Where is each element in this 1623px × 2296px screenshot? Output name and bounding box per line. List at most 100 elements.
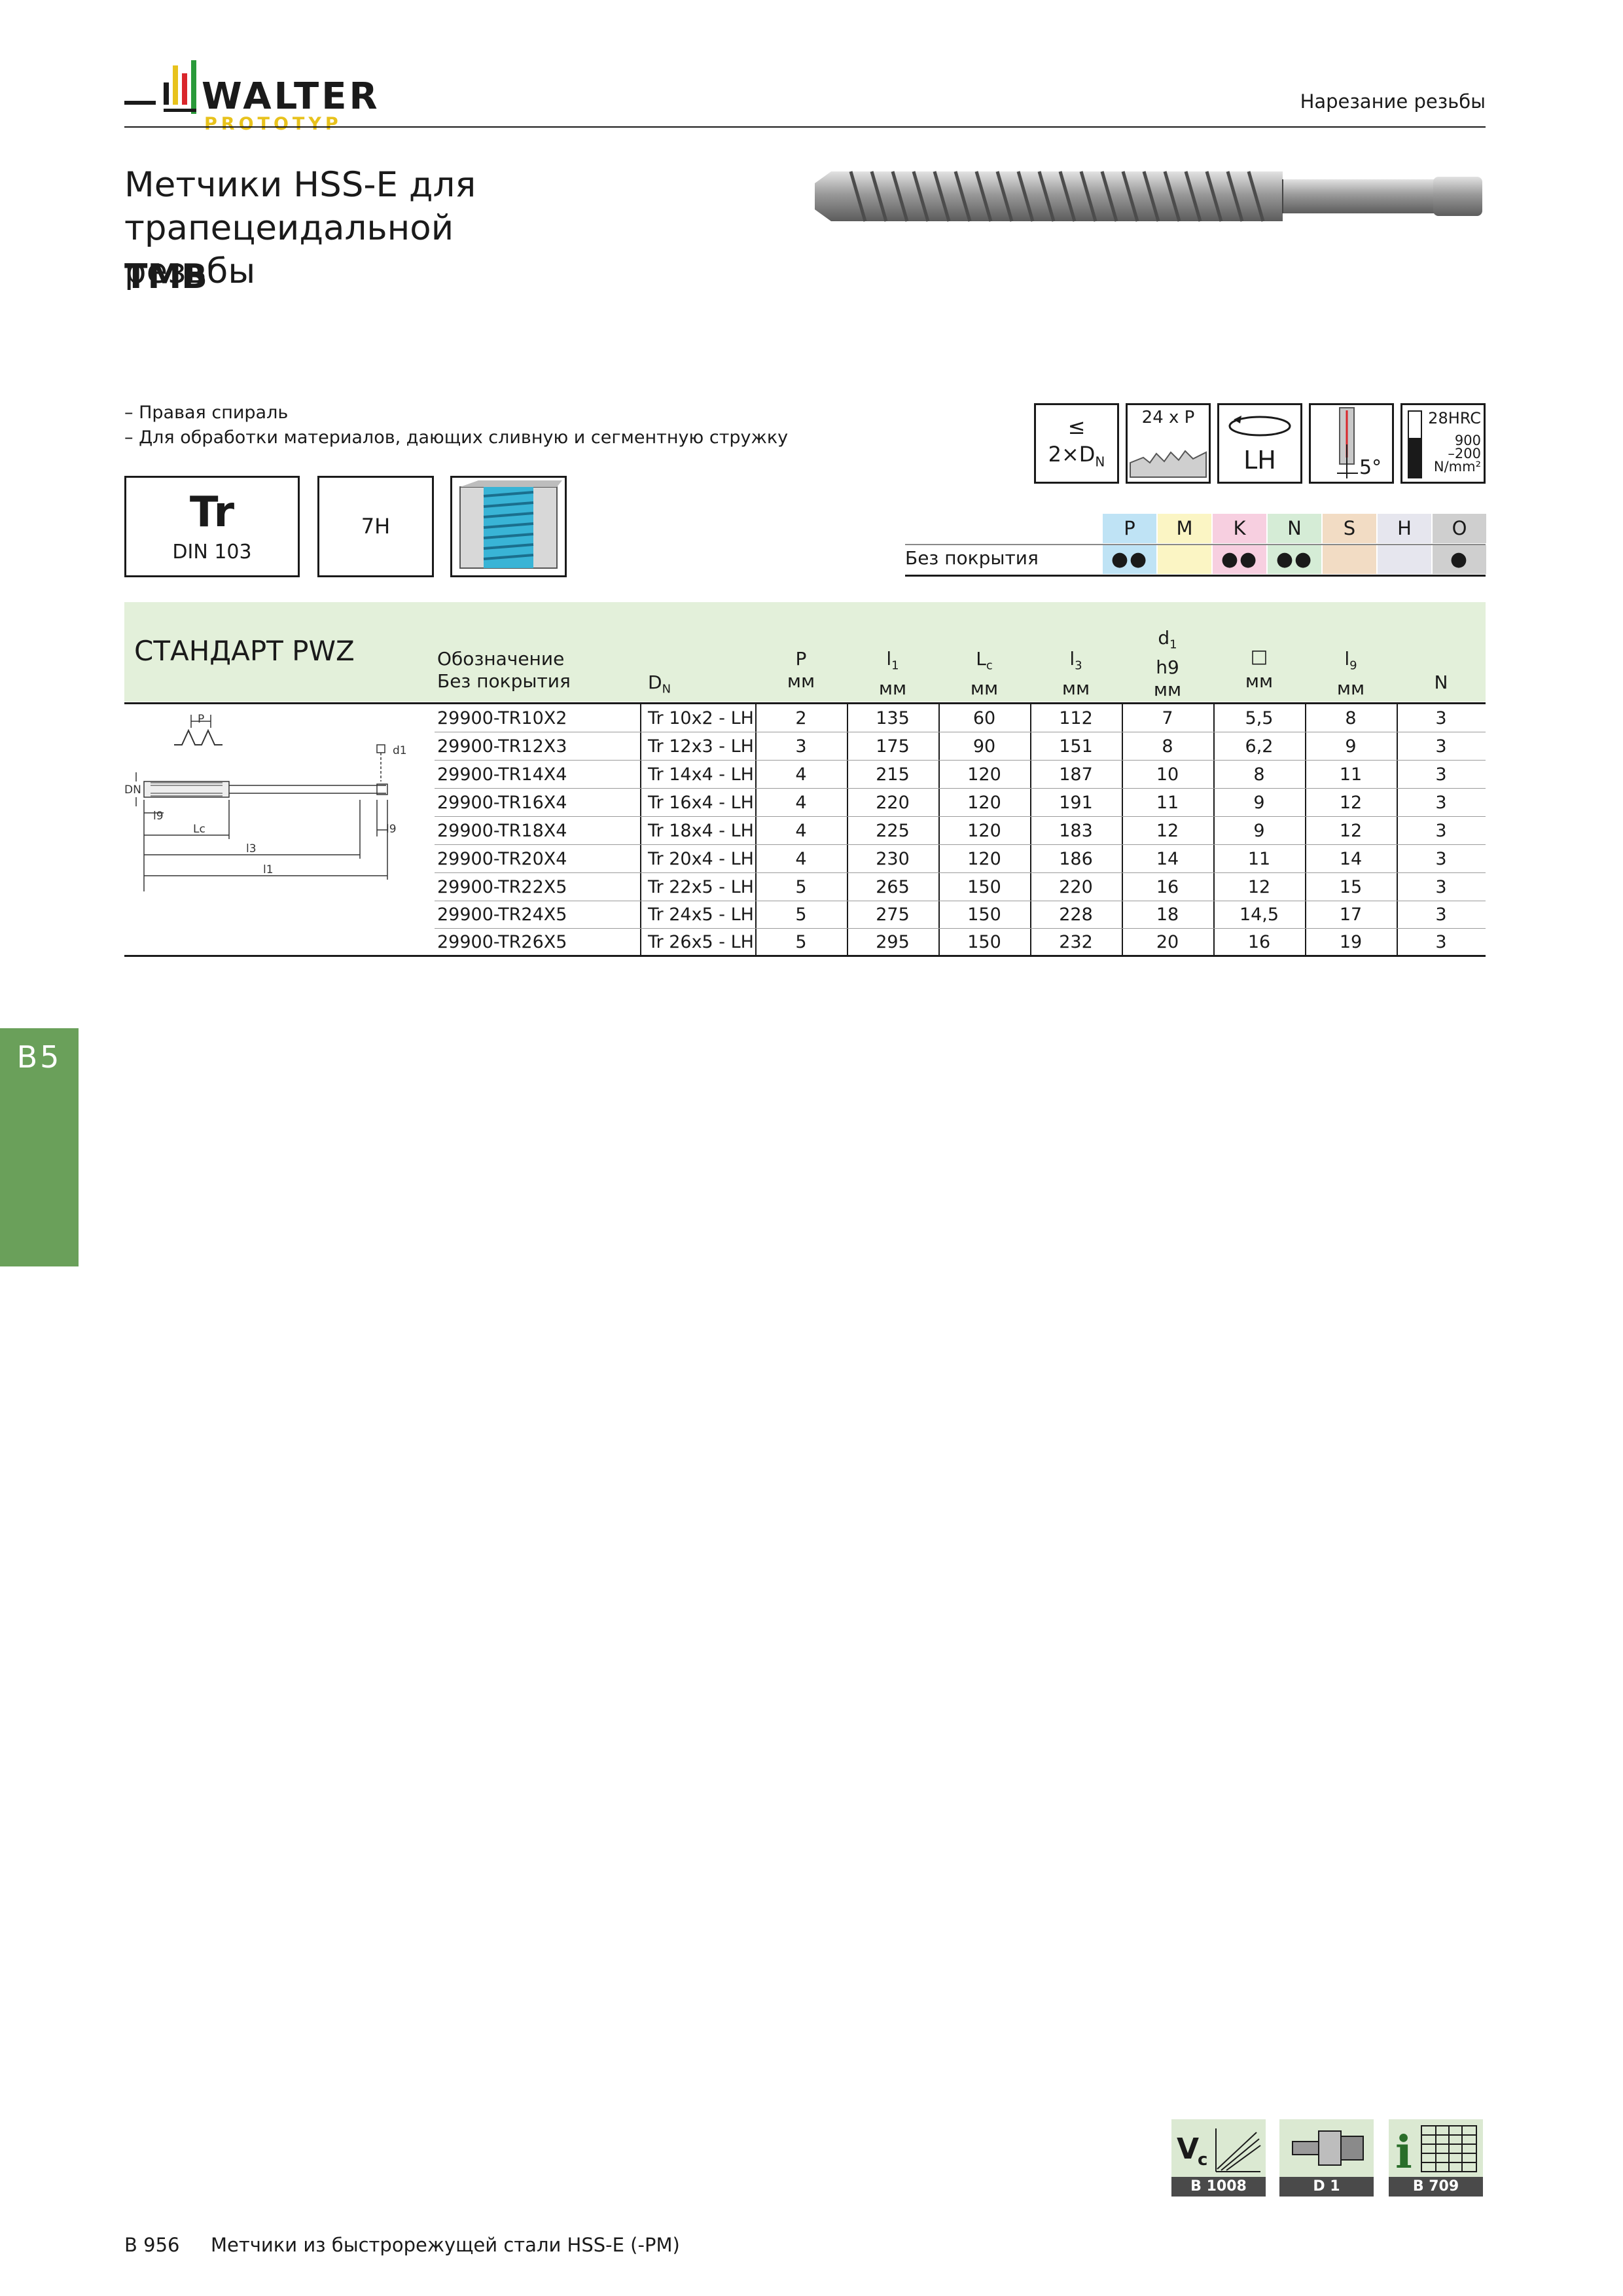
cell-n: 3 [1435, 932, 1447, 952]
material-group-p: P [1103, 514, 1156, 543]
col-p-header: P мм [755, 648, 847, 692]
material-group-m: M [1158, 514, 1211, 543]
cell-d1: 16 [1156, 877, 1179, 897]
l3-label: l [1069, 648, 1075, 670]
cell-n: 3 [1435, 764, 1447, 785]
cell-lc: 120 [967, 764, 1001, 785]
cell-l9: 17 [1339, 905, 1363, 925]
cell-n: 3 [1435, 708, 1447, 728]
coating-label: Без покрытия [905, 547, 1039, 569]
l1-unit: мм [878, 677, 907, 699]
thread-depth-icon: ≤ 2×DN [1034, 403, 1119, 484]
designation-label: Обозначение [437, 648, 565, 670]
hardness-bar [1408, 410, 1422, 478]
svg-text:V: V [1177, 2132, 1199, 2166]
depth-text: 2×D [1048, 442, 1096, 467]
tap-dimension-drawing: P d1 DN l9 Lc l3 l1 l9 [124, 708, 412, 898]
cell-square: 11 [1247, 849, 1271, 869]
cell-lc: 150 [967, 905, 1001, 925]
product-code: TMB [124, 257, 207, 296]
chamfer-profile-icon [1130, 450, 1207, 478]
cutting-speed-icon: V c [1171, 2119, 1266, 2177]
tool-holder-icon [1279, 2119, 1374, 2177]
section-header: Нарезание резьбы [1300, 90, 1486, 113]
l9-label: l [1344, 648, 1350, 670]
cell-designation: 29900-TR16X4 [437, 793, 567, 813]
cell-d1: 12 [1156, 821, 1179, 841]
material-value-m [1158, 545, 1211, 574]
material-value-o: ● [1433, 545, 1486, 574]
p-unit: мм [787, 670, 815, 692]
cell-lc: 90 [972, 736, 996, 757]
column-divider [640, 704, 641, 955]
threaded-hole-box [450, 476, 567, 577]
cell-p: 4 [795, 849, 807, 869]
ref-tool-holder[interactable]: D 1 [1279, 2119, 1374, 2197]
cell-l9: 19 [1339, 932, 1363, 952]
cell-l3: 232 [1059, 932, 1093, 952]
cell-l3: 191 [1059, 793, 1093, 813]
strength-value-1: 900 [1454, 433, 1481, 448]
angle-label: 5° [1359, 456, 1382, 479]
p-label: P [795, 648, 807, 670]
logo-subtitle: PROTOTYP [204, 114, 342, 134]
lc-label: L [976, 648, 986, 670]
dim-l1: l1 [263, 863, 274, 876]
depth-sub: N [1095, 454, 1105, 470]
cell-square: 16 [1247, 932, 1271, 952]
d1-unit: мм [1153, 678, 1182, 700]
logo-wordmark: WALTER [202, 75, 380, 118]
cell-l1: 230 [876, 849, 910, 869]
material-group-s: S [1323, 514, 1376, 543]
col-l9-header: l9 мм [1305, 648, 1397, 700]
tolerance-box: 7H [317, 476, 434, 577]
cell-lc: 60 [972, 708, 996, 728]
material-value-p: ●● [1103, 545, 1156, 574]
cell-l9: 11 [1339, 764, 1363, 785]
cell-p: 4 [795, 821, 807, 841]
dim-l9-end: l9 [386, 823, 397, 836]
cell-p: 4 [795, 764, 807, 785]
lc-unit: мм [970, 677, 999, 699]
l3-unit: мм [1061, 677, 1090, 699]
cell-l3: 186 [1059, 849, 1093, 869]
cell-lc: 120 [967, 821, 1001, 841]
material-value-s [1323, 545, 1376, 574]
section-tab-label: B5 [16, 1039, 62, 1075]
col-square-header: □ мм [1213, 645, 1305, 692]
depth-value: 2×DN [1036, 442, 1117, 469]
ref-cutting-data[interactable]: V c B 1008 [1171, 2119, 1266, 2197]
cell-d1: 14 [1156, 849, 1179, 869]
cell-designation: 29900-TR18X4 [437, 821, 567, 841]
page-title: Метчики HSS-E для трапецеидальной резьбы [124, 164, 792, 293]
cell-lc: 150 [967, 932, 1001, 952]
cell-square: 9 [1253, 821, 1265, 841]
col-n-header: N [1434, 672, 1448, 693]
info-table-icon: i [1389, 2119, 1483, 2179]
cell-l1: 215 [876, 764, 910, 785]
cell-n: 3 [1435, 849, 1447, 869]
d1-tolerance: h9 [1156, 656, 1179, 678]
cell-l9: 14 [1339, 849, 1363, 869]
material-rule-bottom [905, 575, 1486, 577]
thread-type: Tr [189, 488, 235, 537]
cell-designation: 29900-TR14X4 [437, 764, 567, 785]
cell-l1: 225 [876, 821, 910, 841]
strength-label: 900 –200 N/mm² [1434, 433, 1481, 474]
svg-text:c: c [1198, 2150, 1207, 2170]
cell-l1: 265 [876, 877, 910, 897]
ref-info-table[interactable]: i B 709 [1389, 2119, 1483, 2197]
cell-p: 4 [795, 793, 807, 813]
d1-label: d [1158, 627, 1170, 649]
cell-l3: 151 [1059, 736, 1093, 757]
col-lc-header: Lc мм [938, 648, 1030, 700]
cell-p: 5 [795, 877, 807, 897]
cell-designation: 29900-TR10X2 [437, 708, 567, 728]
chamfer-icon: 24 x P [1126, 403, 1211, 484]
cell-square: 9 [1253, 793, 1265, 813]
ref-label: B 709 [1389, 2177, 1483, 2197]
left-hand-icon: LH [1217, 403, 1302, 484]
coating-sub-label: Без покрытия [437, 670, 571, 692]
cell-dn: Tr 12x3 - LH [648, 736, 754, 757]
square-drive-icon: □ [1250, 645, 1268, 667]
